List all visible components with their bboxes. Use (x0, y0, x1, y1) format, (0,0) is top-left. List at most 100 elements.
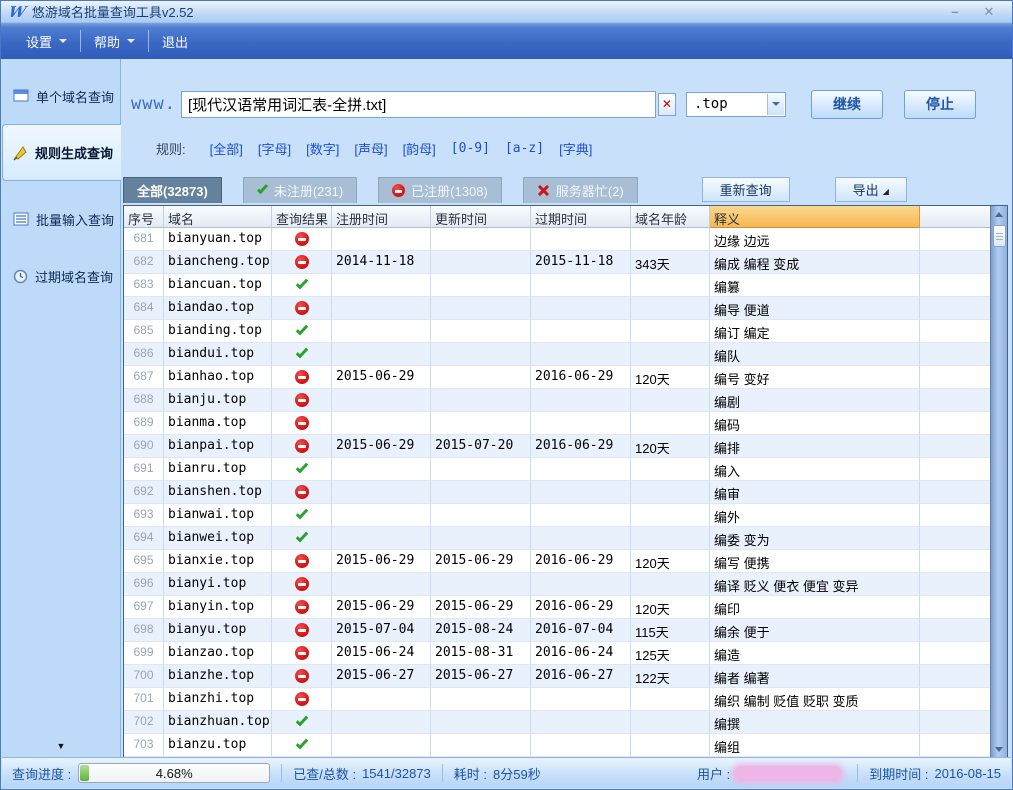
col-header-updated[interactable]: 更新时间 (431, 206, 531, 228)
table-row[interactable]: 693bianwai.top编外 (124, 504, 990, 527)
sidebar-scroll-down-icon[interactable]: ▼ (2, 741, 120, 751)
cell-reg: 2015-06-29 (332, 366, 431, 389)
continue-button[interactable]: 继续 (811, 90, 883, 119)
registered-icon (295, 577, 309, 591)
cell-reg: 2015-06-27 (332, 665, 431, 688)
filter-tab-unregistered[interactable]: 未注册(231) (243, 177, 357, 203)
tld-select[interactable]: .top (686, 92, 786, 117)
requery-button[interactable]: 重新查询 (702, 177, 790, 202)
sidebar-item-label: 过期域名查询 (35, 267, 113, 286)
table-row[interactable]: 689bianma.top编码 (124, 412, 990, 435)
cell-meaning: 编号 变好 (710, 366, 920, 389)
rule-link-0-9[interactable]: [0-9] (451, 141, 490, 156)
col-header-seq[interactable]: 序号 (124, 206, 164, 228)
menu-help[interactable]: 帮助 (81, 29, 148, 53)
sidebar-item-batch-query[interactable]: 批量输入查询 (2, 202, 120, 236)
cell-filler (920, 734, 990, 757)
filter-tab-server-busy[interactable]: 服务器忙(2) (523, 177, 638, 203)
filter-tab-registered[interactable]: 已注册(1308) (378, 177, 502, 203)
clear-input-button[interactable]: ✕ (658, 93, 676, 116)
progress-bar: 4.68% (78, 763, 270, 783)
cell-age: 120天 (631, 366, 710, 389)
wordlist-input[interactable] (181, 91, 656, 118)
registered-icon (295, 255, 309, 269)
cell-reg (332, 481, 431, 504)
cell-exp (531, 389, 631, 412)
cell-seq: 692 (124, 481, 164, 504)
cell-reg (332, 573, 431, 596)
table-row[interactable]: 697bianyin.top2015-06-292015-06-292016-0… (124, 596, 990, 619)
cell-exp: 2016-06-24 (531, 642, 631, 665)
close-icon[interactable]: ✕ (972, 4, 1006, 20)
table-row[interactable]: 682biancheng.top2014-11-182015-11-18343天… (124, 251, 990, 274)
rule-link-letters[interactable]: [字母] (258, 139, 291, 158)
table-row[interactable]: 687bianhao.top2015-06-292016-06-29120天编号… (124, 366, 990, 389)
available-icon (295, 507, 308, 520)
table-row[interactable]: 685bianding.top编订 编定 (124, 320, 990, 343)
table-row[interactable]: 699bianzao.top2015-06-242015-08-312016-0… (124, 642, 990, 665)
menu-exit-label: 退出 (162, 32, 188, 51)
table-row[interactable]: 703bianzu.top编组 (124, 734, 990, 757)
rule-link-dictionary[interactable]: [字典] (559, 139, 592, 158)
table-row[interactable]: 690bianpai.top2015-06-292015-07-202016-0… (124, 435, 990, 458)
rule-link-digits[interactable]: [数字] (306, 139, 339, 158)
sidebar-item-expired-query[interactable]: 过期域名查询 (2, 259, 120, 293)
vertical-scrollbar[interactable] (990, 206, 1007, 757)
table-row[interactable]: 695bianxie.top2015-06-292015-06-292016-0… (124, 550, 990, 573)
col-header-age[interactable]: 域名年龄 (631, 206, 710, 228)
cell-result (272, 550, 332, 573)
export-button[interactable]: 导出 ◢ (835, 177, 907, 202)
filter-tab-all[interactable]: 全部(32873) (123, 177, 222, 203)
col-header-result[interactable]: 查询结果 (272, 206, 332, 228)
cell-upd: 2015-08-24 (431, 619, 531, 642)
table-row[interactable]: 698bianyu.top2015-07-042015-08-242016-07… (124, 619, 990, 642)
scroll-up-icon[interactable] (991, 206, 1007, 222)
rule-link-initials[interactable]: [声母] (354, 139, 387, 158)
col-header-registered[interactable]: 注册时间 (332, 206, 431, 228)
table-row[interactable]: 700bianzhe.top2015-06-272015-06-272016-0… (124, 665, 990, 688)
table-row[interactable]: 701bianzhi.top编织 编制 贬值 贬职 变质 (124, 688, 990, 711)
tld-dropdown-button[interactable] (767, 94, 784, 115)
menu-settings[interactable]: 设置 (13, 29, 80, 53)
cell-result (272, 711, 332, 734)
rule-link-all[interactable]: [全部] (210, 139, 243, 158)
table-row[interactable]: 683biancuan.top编篡 (124, 274, 990, 297)
cell-result (272, 297, 332, 320)
rule-link-a-z[interactable]: [a-z] (505, 141, 544, 156)
table-row[interactable]: 691bianru.top编入 (124, 458, 990, 481)
col-header-expires[interactable]: 过期时间 (531, 206, 631, 228)
col-header-domain[interactable]: 域名 (164, 206, 272, 228)
table-row[interactable]: 688bianju.top编剧 (124, 389, 990, 412)
scroll-down-icon[interactable] (991, 741, 1007, 757)
cell-filler (920, 274, 990, 297)
table-row[interactable]: 692bianshen.top编审 (124, 481, 990, 504)
table-row[interactable]: 686biandui.top编队 (124, 343, 990, 366)
cell-age (631, 481, 710, 504)
requery-label: 重新查询 (720, 180, 772, 199)
table-row[interactable]: 681bianyuan.top边缘 边远 (124, 228, 990, 251)
cell-reg: 2015-06-29 (332, 550, 431, 573)
rule-link-finals[interactable]: [韵母] (403, 139, 436, 158)
cell-result (272, 504, 332, 527)
cell-meaning: 编导 便道 (710, 297, 920, 320)
stop-button[interactable]: 停止 (904, 90, 976, 119)
cell-exp: 2016-07-04 (531, 619, 631, 642)
cell-seq: 702 (124, 711, 164, 734)
sidebar-item-rule-query[interactable]: 规则生成查询 (2, 124, 121, 181)
table-row[interactable]: 696bianyi.top编译 贬义 便衣 便宜 变异 (124, 573, 990, 596)
cell-filler (920, 228, 990, 251)
cell-age (631, 389, 710, 412)
menu-exit[interactable]: 退出 (149, 29, 201, 53)
cell-reg (332, 734, 431, 757)
table-row[interactable]: 684biandao.top编导 便道 (124, 297, 990, 320)
cell-filler (920, 297, 990, 320)
sidebar-item-single-query[interactable]: 单个域名查询 (2, 79, 120, 113)
col-header-meaning[interactable]: 释义 (710, 206, 920, 228)
table-row[interactable]: 694bianwei.top编委 变为 (124, 527, 990, 550)
cell-age (631, 228, 710, 251)
scrollbar-thumb[interactable] (993, 225, 1006, 247)
minimize-icon[interactable]: – (938, 4, 972, 19)
cell-domain: biandui.top (164, 343, 272, 366)
results-table: 序号 域名 查询结果 注册时间 更新时间 过期时间 域名年龄 释义 681bia… (123, 205, 1008, 758)
table-row[interactable]: 702bianzhuan.top编撰 (124, 711, 990, 734)
